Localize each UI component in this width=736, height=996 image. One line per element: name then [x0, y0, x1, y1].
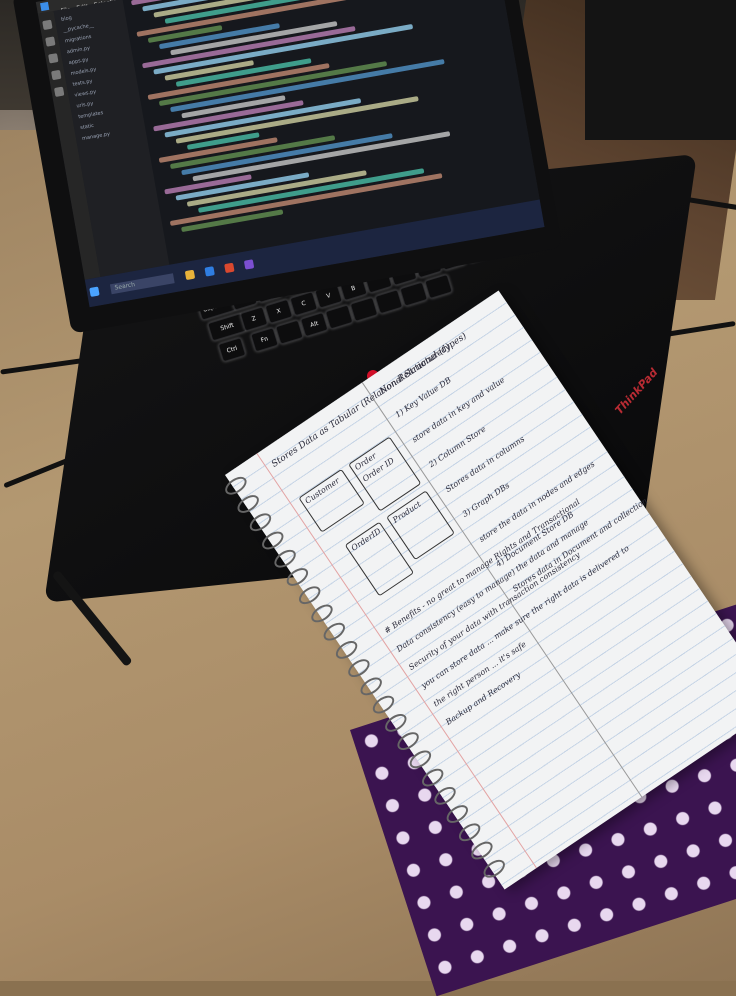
search-icon — [45, 36, 56, 47]
keyboard-key — [374, 289, 404, 315]
keyboard-key: C — [289, 291, 318, 317]
keyboard-key — [424, 273, 453, 300]
diagram-label: Customer — [303, 476, 342, 506]
keyboard-key — [324, 304, 354, 330]
keyboard-key: Fn — [250, 327, 279, 353]
editor-taskbar-icon — [204, 266, 216, 277]
source-control-icon — [48, 53, 59, 64]
keyboard-key: Ctrl — [217, 337, 247, 363]
diagram-label: OrderID — [349, 526, 383, 553]
run-debug-icon — [51, 69, 62, 81]
handwritten-note: store data in key and value — [410, 375, 507, 445]
handwritten-note: Backup and Recovery — [444, 670, 523, 727]
keyboard-key: Alt — [299, 311, 329, 338]
diagram-label: Product — [391, 499, 423, 525]
editor-logo-icon — [40, 1, 50, 12]
keyboard-key — [349, 296, 379, 322]
taskbar-search: Search — [110, 273, 175, 295]
side-monitor — [585, 0, 736, 140]
desk-scene: EscTabQWERTYCapsLockASDFGShiftZXCVBCtrlF… — [0, 0, 736, 996]
customer-table-sketch: Customer — [298, 468, 365, 533]
keyboard-key — [399, 281, 428, 307]
file-manager-icon — [184, 269, 196, 281]
laptop-display: FileEditSelectionViewGoRunTerminalHelp b… — [35, 0, 545, 308]
browser-icon — [224, 262, 235, 274]
app-icon — [244, 259, 255, 270]
handwritten-note: Security of your data with transaction c… — [407, 550, 582, 673]
keyboard-key: X — [264, 298, 294, 324]
keyboard-key — [275, 319, 304, 345]
files-icon — [42, 19, 53, 31]
keyboard-key: Z — [239, 306, 269, 332]
start-icon — [89, 286, 100, 297]
extensions-icon — [53, 86, 65, 98]
handwritten-note: 3) Graph DBs — [460, 480, 512, 519]
